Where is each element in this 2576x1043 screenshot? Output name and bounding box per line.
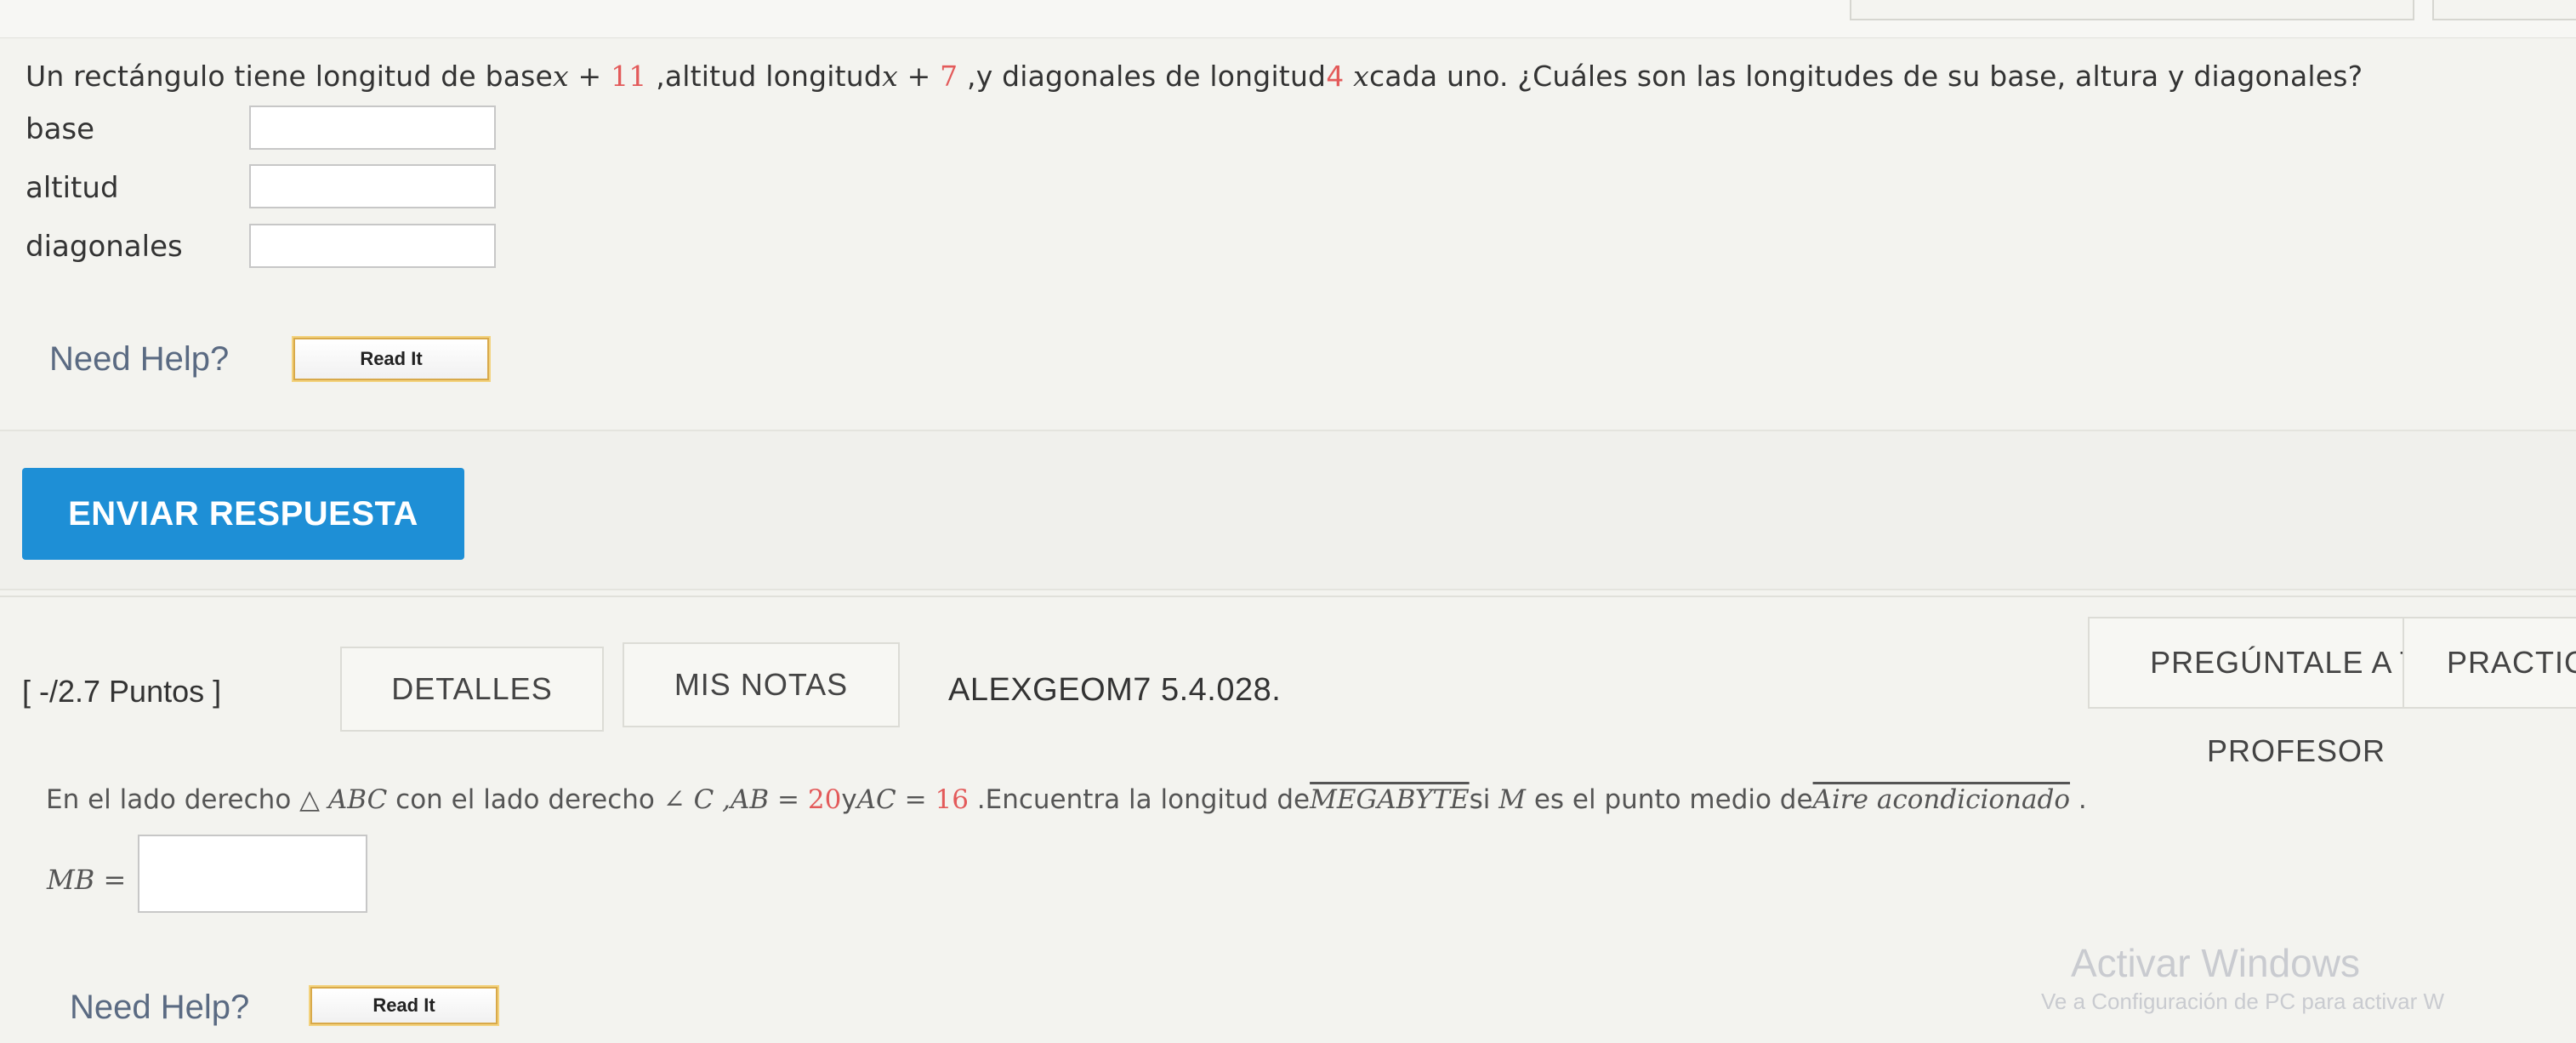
- submit-answer-button[interactable]: ENVIAR RESPUESTA: [22, 468, 464, 560]
- need-help-label-2: Need Help?: [70, 989, 250, 1026]
- divider: [0, 596, 2576, 597]
- activation-watermark-subtitle: Ve a Configuración de PC para activar W: [2041, 989, 2445, 1014]
- mb-input[interactable]: [138, 835, 367, 913]
- practice-button[interactable]: PRACTICA: [2403, 617, 2576, 709]
- points-label: [ -/2.7 Puntos ]: [22, 674, 222, 709]
- read-it-button[interactable]: Read It: [292, 336, 491, 382]
- my-notes-tab[interactable]: MIS NOTAS: [623, 642, 900, 727]
- question-1-text: Un rectángulo tiene longitud de basex + …: [26, 60, 2363, 93]
- top-tab-fragment: [1850, 0, 2414, 20]
- need-help-label: Need Help?: [49, 340, 230, 378]
- altitude-input[interactable]: [249, 164, 496, 208]
- base-label: base: [26, 112, 95, 146]
- question-2-text: En el lado derecho △ ABC con el lado der…: [46, 784, 2087, 815]
- activation-watermark-title: Activar Windows: [2071, 941, 2360, 985]
- top-tab-fragment: [2432, 0, 2576, 20]
- altitude-label: altitud: [26, 171, 119, 205]
- mb-label: MB =: [47, 863, 127, 896]
- diagonals-input[interactable]: [249, 224, 496, 268]
- base-input[interactable]: [249, 105, 496, 150]
- question-code: ALEXGEOM7 5.4.028.: [948, 672, 1282, 708]
- details-tab[interactable]: DETALLES: [340, 647, 604, 732]
- diagonals-label: diagonales: [26, 230, 183, 264]
- read-it-button-2[interactable]: Read It: [309, 985, 499, 1026]
